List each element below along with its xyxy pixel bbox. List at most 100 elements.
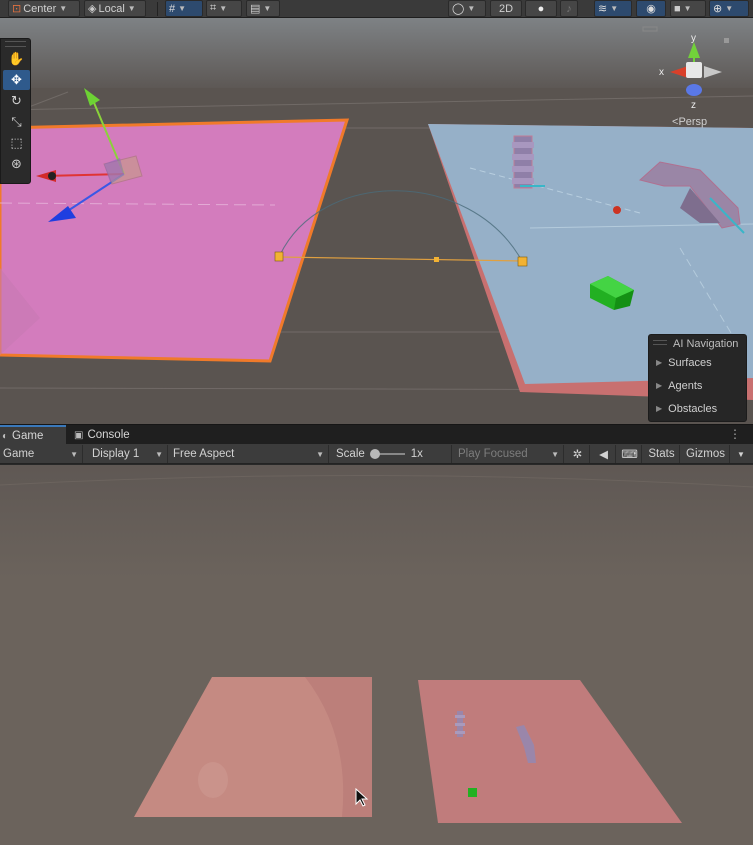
hand-tool[interactable]: ✋: [3, 49, 30, 69]
stats-label: Stats: [648, 448, 675, 460]
speaker-icon: ♪: [566, 2, 572, 15]
gizmos-label: Gizmos: [686, 448, 725, 460]
move-tool[interactable]: ✥: [3, 70, 30, 90]
sphere-icon: ◯: [452, 3, 465, 15]
lightbulb-icon: ●: [537, 2, 545, 15]
chevron-down-icon: ▼: [70, 449, 78, 459]
ai-nav-item-agents[interactable]: ▶ Agents: [649, 374, 746, 397]
tab-console[interactable]: ▣ Console: [72, 425, 152, 445]
gamepad-icon: ◐: [2, 430, 9, 442]
ai-nav-item-label: Surfaces: [668, 356, 712, 369]
aspect-dropdown[interactable]: Free Aspect ▼: [169, 445, 329, 463]
shading-mode-button[interactable]: ◯ ▼: [448, 0, 486, 17]
bug-icon: ✲: [572, 449, 583, 461]
chevron-down-icon: ▼: [178, 4, 187, 13]
ai-navigation-overlay: AI Navigation ▶ Surfaces ▶ Agents ▶ Obst…: [648, 334, 747, 422]
rect-icon: ⬚: [10, 135, 23, 150]
gizmos-toggle[interactable]: ⊕ ▼: [709, 0, 749, 17]
pivot-label: Center: [23, 2, 57, 15]
play-mode-dropdown[interactable]: Play Focused ▼: [454, 445, 564, 463]
tab-label: Game: [12, 430, 44, 442]
rect-tool[interactable]: ⬚: [3, 133, 30, 153]
2d-label: 2D: [498, 2, 514, 15]
film-icon: ▤: [250, 3, 261, 15]
chevron-down-icon: ▼: [316, 449, 324, 459]
move-icon: ✥: [11, 72, 22, 87]
game-viewport[interactable]: [0, 465, 753, 845]
gizmos-button[interactable]: Gizmos: [682, 445, 730, 463]
scale-value: 1x: [410, 448, 423, 460]
scale-track[interactable]: [369, 449, 405, 459]
mute-audio-button[interactable]: ◀: [592, 445, 616, 463]
console-icon: ▣: [74, 429, 84, 441]
pivot-center-dropdown[interactable]: ⊡ Center ▼: [8, 0, 80, 17]
ai-nav-item-label: Agents: [668, 379, 703, 392]
hand-icon: ✋: [8, 51, 25, 66]
view-mode-label: Game: [3, 448, 35, 460]
audio-toggle[interactable]: ♪: [560, 0, 578, 17]
speaker-icon: ◀: [599, 449, 608, 461]
rotate-icon: ↻: [11, 93, 22, 108]
ai-nav-item-surfaces[interactable]: ▶ Surfaces: [649, 351, 746, 374]
game-view[interactable]: [0, 465, 753, 845]
cube-icon: ◈: [88, 3, 97, 15]
rotate-tool[interactable]: ↻: [3, 91, 30, 111]
aspect-label: Free Aspect: [173, 448, 235, 460]
chevron-down-icon: ▼: [155, 449, 163, 459]
camera-icon: ■: [674, 2, 681, 15]
display-label: Display 1: [92, 448, 140, 460]
persp-toggle[interactable]: <Persp: [672, 116, 707, 128]
draw-mode-button[interactable]: ▤ ▼: [246, 0, 280, 17]
tools-grip[interactable]: [5, 41, 26, 47]
tab-label: Console: [87, 429, 130, 441]
frame-debugger-button[interactable]: ✲: [566, 445, 590, 463]
keyboard-shortcuts-button[interactable]: ⌨: [618, 445, 642, 463]
chevron-down-icon: ▼: [737, 449, 745, 459]
scene-view[interactable]: x y z ✋ ✥ ↻ ⤡ ⬚ ⊛ <Persp AI Navigation ▶…: [0, 18, 753, 424]
scale-icon: ⤡: [11, 114, 22, 129]
display-dropdown[interactable]: Display 1 ▼: [86, 445, 168, 463]
gizmo-x-label: x: [659, 67, 664, 78]
persp-label: Persp: [678, 116, 708, 128]
scene-fx-button[interactable]: ≋ ▼: [594, 0, 632, 17]
chevron-down-icon: ▼: [551, 449, 559, 459]
chevron-down-icon: ▼: [683, 4, 692, 13]
chevron-down-icon: ▼: [219, 4, 228, 13]
ai-navigation-grip[interactable]: [653, 340, 667, 345]
grid-icon: #: [169, 2, 176, 15]
expand-triangle-icon: ▶: [656, 358, 663, 367]
gizmo-z-label: z: [691, 100, 696, 111]
scene-visibility-toggle[interactable]: ◉: [636, 0, 666, 17]
2d-toggle[interactable]: 2D: [490, 0, 522, 17]
stats-button[interactable]: Stats: [644, 445, 680, 463]
layers-icon: ≋: [598, 3, 608, 15]
toolbar-separator: [157, 2, 158, 16]
kebab-menu-icon[interactable]: ⋮: [729, 427, 741, 441]
mouse-cursor-icon: [355, 788, 369, 807]
scene-viewport[interactable]: x y z: [0, 18, 753, 424]
increment-snap-button[interactable]: ⌗ ▼: [206, 0, 242, 17]
view-mode-dropdown[interactable]: Game ▼: [0, 445, 83, 463]
scale-label: Scale: [336, 448, 365, 460]
scale-tool[interactable]: ⤡: [3, 112, 30, 132]
scale-slider[interactable]: Scale 1x: [332, 445, 452, 463]
scale-knob[interactable]: [369, 449, 380, 459]
game-tab-bar: ◐ Game ▣ Console ⋮: [0, 424, 753, 445]
transform-icon: ⊛: [11, 156, 22, 171]
tools-overlay: ✋ ✥ ↻ ⤡ ⬚ ⊛: [0, 38, 31, 184]
gizmos-dropdown[interactable]: ▼: [731, 445, 751, 463]
expand-triangle-icon: ▶: [656, 381, 663, 390]
chevron-down-icon: ▼: [467, 4, 476, 13]
camera-settings-button[interactable]: ■ ▼: [670, 0, 706, 17]
scene-toolbar: ⊡ Center ▼ ◈ Local ▼ # ▼ ⌗ ▼ ▤ ▼ ◯ ▼ 2D …: [0, 0, 753, 18]
space-local-dropdown[interactable]: ◈ Local ▼: [84, 0, 146, 17]
lighting-toggle[interactable]: ●: [525, 0, 557, 17]
chevron-down-icon: ▼: [263, 4, 272, 13]
transform-tool[interactable]: ⊛: [3, 154, 30, 174]
ai-nav-item-obstacles[interactable]: ▶ Obstacles: [649, 397, 746, 420]
eye-slash-icon: ◉: [646, 3, 656, 15]
keyboard-icon: ⌨: [621, 449, 638, 461]
chevron-down-icon: ▼: [59, 4, 68, 13]
grid-snap-button[interactable]: # ▼: [165, 0, 203, 17]
tab-game[interactable]: ◐ Game: [0, 425, 66, 445]
